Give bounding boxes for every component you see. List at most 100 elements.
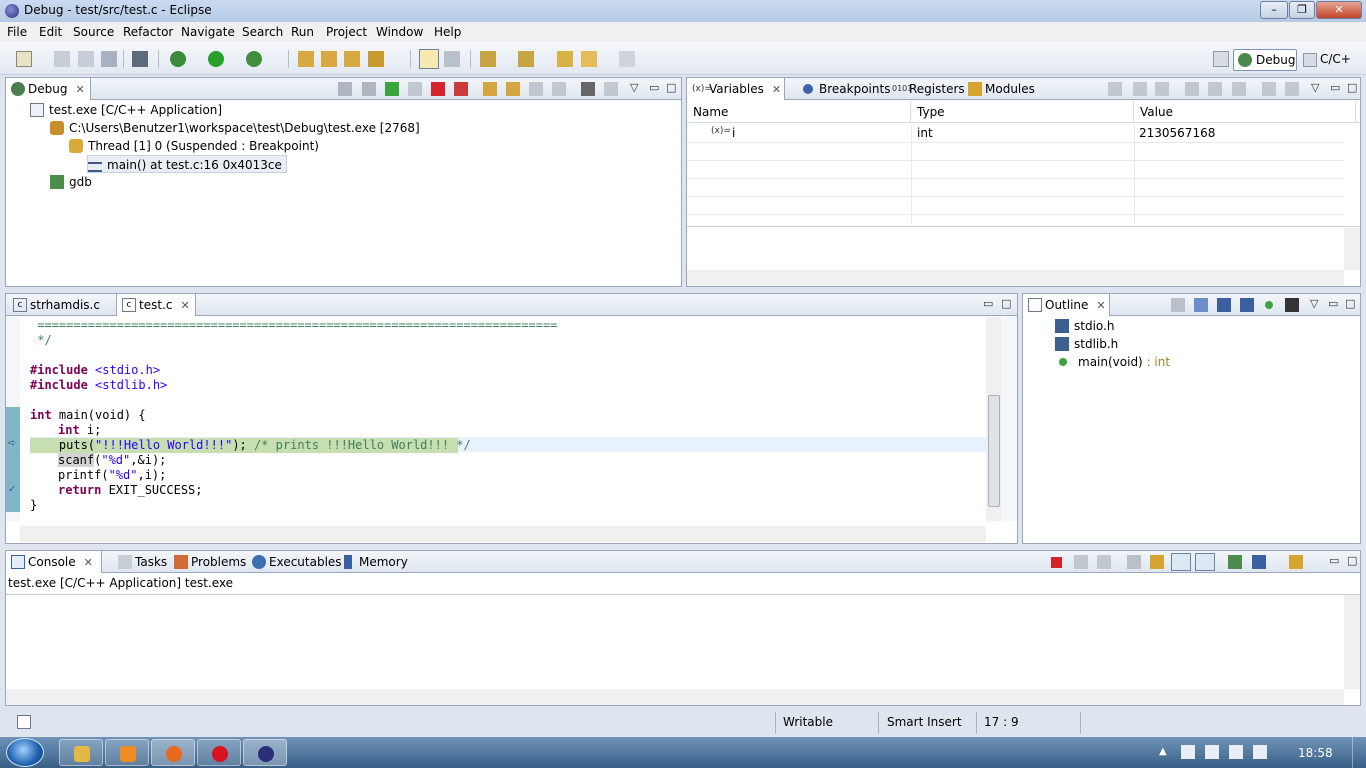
close-icon[interactable]: ✕: [84, 556, 93, 569]
maximize-button[interactable]: ❐: [1289, 1, 1315, 19]
perspective-cpp[interactable]: C/C+: [1300, 49, 1355, 71]
resume-icon[interactable]: [385, 82, 399, 96]
show-hidden-icons-icon[interactable]: ▲: [1159, 746, 1167, 757]
tab-registers[interactable]: 0101 Registers: [887, 78, 965, 100]
editor-v-scrollbar[interactable]: [986, 317, 1002, 521]
close-icon[interactable]: ✕: [75, 83, 84, 96]
taskbar-media-player[interactable]: [105, 739, 149, 766]
taskbar-opera[interactable]: [197, 739, 241, 766]
volume-icon[interactable]: [1253, 745, 1267, 759]
open-console-icon[interactable]: [1289, 555, 1303, 569]
show-desktop-button[interactable]: [1352, 737, 1366, 768]
previous-annotation-icon[interactable]: [518, 51, 534, 67]
tab-console[interactable]: Console ✕: [5, 551, 102, 573]
remove-terminated-icon[interactable]: [338, 82, 352, 96]
outline-item-stdlib[interactable]: stdlib.h: [1055, 335, 1118, 353]
open-type-icon[interactable]: [321, 51, 337, 67]
show-whitespace-icon[interactable]: [444, 51, 460, 67]
taskbar-explorer[interactable]: [59, 739, 103, 766]
tab-tasks[interactable]: Tasks: [113, 551, 167, 573]
drop-to-frame-icon[interactable]: [552, 82, 566, 96]
code-line-puts[interactable]: puts("!!!Hello World!!!"); /* prints !!!…: [30, 438, 471, 453]
hide-static-icon[interactable]: [1240, 298, 1254, 312]
group-includes-icon[interactable]: [1285, 298, 1299, 312]
code-line-scanf[interactable]: scanf("%d",&i);: [58, 453, 166, 468]
close-icon[interactable]: ✕: [1096, 299, 1105, 312]
new-icon[interactable]: [16, 51, 32, 67]
last-edit-icon[interactable]: [557, 51, 573, 67]
use-step-filters-icon[interactable]: [604, 82, 618, 96]
step-return-icon[interactable]: [529, 82, 543, 96]
menu-run[interactable]: Run: [291, 25, 314, 39]
minimize-button[interactable]: –: [1260, 1, 1288, 19]
link-editor-icon[interactable]: [1171, 298, 1185, 312]
network-icon[interactable]: [1229, 745, 1243, 759]
show-on-error-icon[interactable]: [1195, 553, 1215, 571]
open-folder-icon[interactable]: [298, 51, 314, 67]
menu-search[interactable]: Search: [242, 25, 283, 39]
hide-non-public-icon[interactable]: [1265, 301, 1273, 309]
close-button[interactable]: ✕: [1316, 1, 1362, 19]
external-tools-icon[interactable]: [246, 51, 262, 67]
code-line-include-stdlib[interactable]: #include <stdlib.h>: [30, 378, 167, 393]
display-console-icon[interactable]: [1252, 555, 1266, 569]
code-line-decl[interactable]: int i;: [58, 423, 101, 438]
code-line-separator[interactable]: ========================================…: [30, 318, 557, 333]
menu-refactor[interactable]: Refactor: [123, 25, 173, 39]
save-all-icon[interactable]: [78, 51, 94, 67]
action-center-icon[interactable]: [1181, 745, 1195, 759]
run-icon[interactable]: [208, 51, 224, 67]
tab-executables[interactable]: Executables: [247, 551, 342, 573]
outline-item-main[interactable]: main(void) : int: [1055, 353, 1170, 371]
next-annotation-icon[interactable]: [480, 51, 496, 67]
breakpoint-icon[interactable]: ✓: [8, 484, 16, 495]
debug-icon[interactable]: [170, 51, 186, 67]
console-v-scrollbar[interactable]: [1344, 595, 1360, 689]
save-icon[interactable]: [54, 51, 70, 67]
code-line-printf[interactable]: printf("%d",i);: [58, 468, 166, 483]
clear-console-icon[interactable]: [1127, 555, 1141, 569]
tree-item-app[interactable]: test.exe [C/C++ Application]: [30, 101, 222, 119]
close-icon[interactable]: ✕: [772, 83, 781, 96]
sort-icon[interactable]: [1194, 298, 1208, 312]
open-perspective-icon[interactable]: [1213, 51, 1229, 67]
remove-launch-icon[interactable]: [1074, 555, 1088, 569]
code-line-close[interactable]: }: [30, 498, 37, 513]
tab-strhamdis[interactable]: c strhamdis.c: [8, 294, 100, 316]
step-into-icon[interactable]: [483, 82, 497, 96]
view-menu-icon[interactable]: ▽: [1311, 81, 1319, 94]
view-menu-icon[interactable]: ▽: [630, 81, 638, 94]
collapse-all-icon[interactable]: [1155, 82, 1169, 96]
code-line-include-stdio[interactable]: #include <stdio.h>: [30, 363, 160, 378]
build-icon[interactable]: [132, 51, 148, 67]
detail-scrollbar[interactable]: [1344, 228, 1360, 270]
overview-ruler[interactable]: [1003, 317, 1017, 521]
maximize-view-icon[interactable]: □: [666, 81, 676, 94]
scroll-lock-icon[interactable]: [1150, 555, 1164, 569]
hide-fields-icon[interactable]: [1217, 298, 1231, 312]
tab-memory[interactable]: Memory: [337, 551, 408, 573]
tab-modules[interactable]: Modules: [963, 78, 1035, 100]
highlight-icon[interactable]: [419, 49, 439, 69]
new-view-icon[interactable]: [1262, 82, 1276, 96]
maximize-view-icon[interactable]: □: [1347, 81, 1357, 94]
maximize-view-icon[interactable]: □: [1345, 297, 1355, 310]
menu-file[interactable]: File: [7, 25, 27, 39]
suspend-icon[interactable]: [408, 82, 422, 96]
menu-source[interactable]: Source: [73, 25, 114, 39]
tree-item-gdb[interactable]: gdb: [50, 173, 92, 191]
menu-navigate[interactable]: Navigate: [181, 25, 235, 39]
pin-icon[interactable]: [1285, 82, 1299, 96]
open-element-icon[interactable]: [344, 51, 360, 67]
show-on-output-icon[interactable]: [1171, 553, 1191, 571]
tree-item-stack-frame[interactable]: main() at test.c:16 0x4013ce: [87, 155, 287, 173]
perspective-debug[interactable]: Debug: [1233, 49, 1297, 71]
instruction-stepping-icon[interactable]: [581, 82, 595, 96]
maximize-view-icon[interactable]: □: [1001, 297, 1011, 310]
start-button[interactable]: [6, 738, 44, 767]
remove-global-icon[interactable]: [1208, 82, 1222, 96]
disconnect-icon[interactable]: [454, 82, 468, 96]
terminate-icon[interactable]: [1051, 557, 1062, 568]
minimize-view-icon[interactable]: ▭: [649, 81, 659, 94]
pin-console-icon[interactable]: [1228, 555, 1242, 569]
